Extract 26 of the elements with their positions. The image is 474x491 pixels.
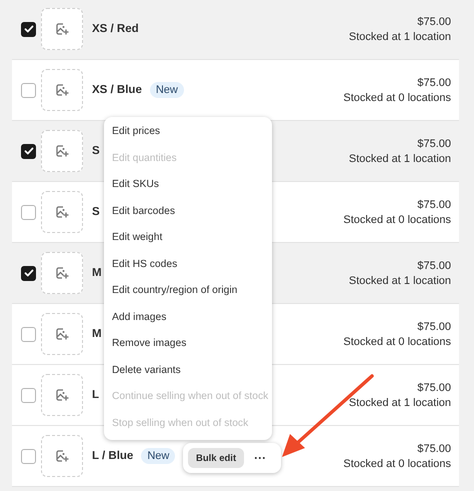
variant-price: $75.00 (417, 260, 451, 272)
variant-name: XS / Red (92, 23, 139, 35)
stock-status: Stocked at 1 location (348, 396, 451, 408)
stock-status: Stocked at 0 locations (343, 92, 451, 104)
variant-name: L (92, 389, 100, 401)
status-badge: New (150, 82, 184, 98)
variant-price: $75.00 (417, 16, 451, 28)
variant-name: M (92, 328, 102, 340)
stock-status: Stocked at 0 locations (343, 336, 451, 348)
variant-price: $75.00 (417, 382, 451, 394)
stock-status: Stocked at 1 location (348, 152, 451, 164)
variant-name: L / Blue (92, 450, 134, 462)
variant-price: $75.00 (417, 138, 451, 150)
variant-name: XS / Blue (92, 84, 142, 96)
variant-price: $75.00 (417, 198, 451, 210)
status-badge: New (141, 448, 176, 464)
variant-name: M (92, 267, 102, 279)
variant-price: $75.00 (417, 320, 451, 332)
stock-status: Stocked at 0 locations (343, 214, 451, 226)
variant-name: S (92, 145, 100, 157)
variant-name: S (92, 206, 100, 218)
stock-status: Stocked at 0 locations (343, 458, 451, 470)
stock-status: Stocked at 1 location (348, 274, 451, 286)
variant-price: $75.00 (417, 442, 451, 454)
variant-price: $75.00 (417, 76, 451, 88)
stock-status: Stocked at 1 location (348, 30, 451, 42)
